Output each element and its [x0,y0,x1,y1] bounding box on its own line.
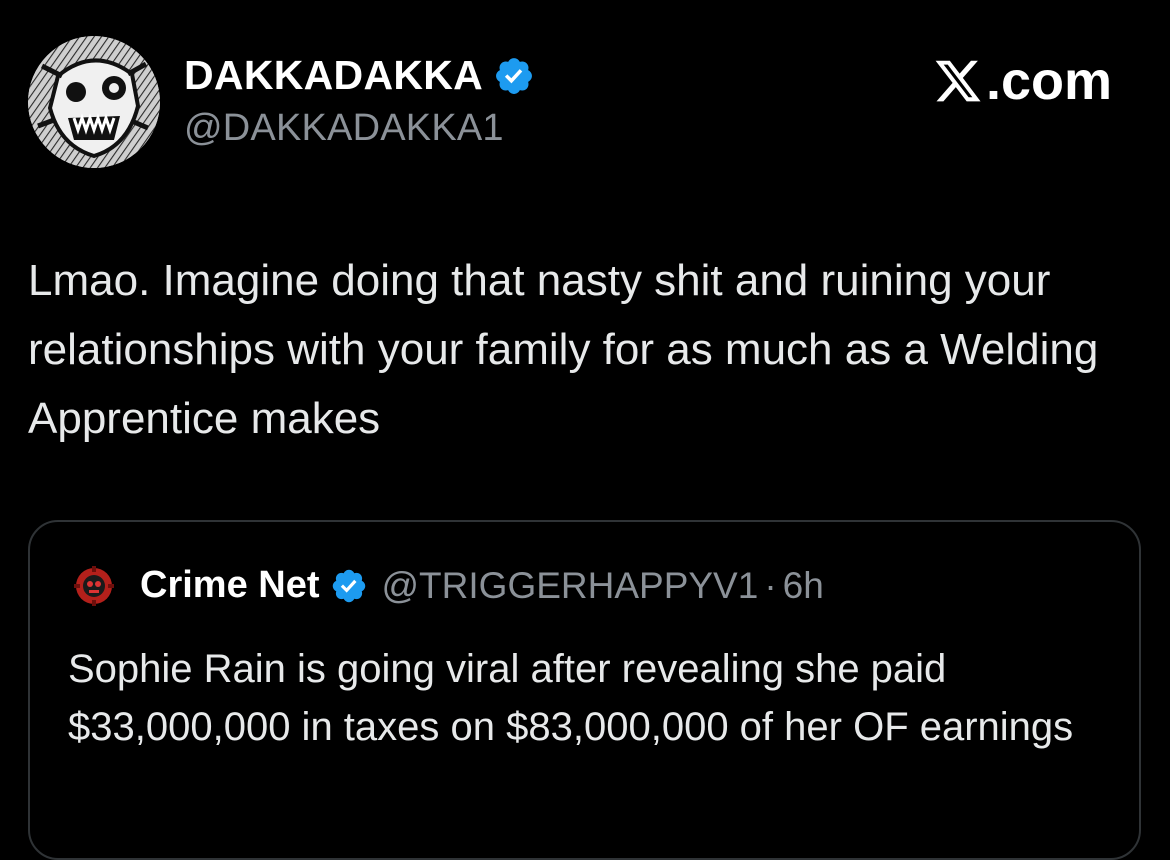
author-avatar[interactable] [28,36,160,168]
verified-badge-icon[interactable] [493,55,535,97]
watermark-text: .com [985,51,1112,111]
ork-face-avatar-icon [28,36,160,168]
quoted-tweet-card[interactable]: Crime Net @TRIGGERHAPPYV1 · 6h Sophie Ra… [28,520,1141,860]
verified-badge-icon[interactable] [330,567,368,605]
author-name-row[interactable]: DAKKADAKKA [184,52,535,99]
separator-dot: · [764,564,777,606]
author-display-name[interactable]: DAKKADAKKA [184,52,483,99]
quoted-author-name[interactable]: Crime Net [140,564,320,607]
author-handle[interactable]: @DAKKADAKKA1 [184,107,504,150]
tweet-text: Lmao. Imagine doing that nasty shit and … [28,256,1099,443]
x-logo-icon [932,56,984,106]
quoted-author-handle[interactable]: @TRIGGERHAPPYV1 [382,565,759,607]
x-com-watermark: .com [932,50,1112,112]
quoted-tweet-header: Crime Net @TRIGGERHAPPYV1 · 6h [74,564,824,607]
quoted-tweet-timestamp[interactable]: 6h [783,565,824,607]
gear-skull-logo-icon[interactable] [74,565,114,606]
quoted-tweet-text: Sophie Rain is going viral after reveali… [68,647,1074,749]
